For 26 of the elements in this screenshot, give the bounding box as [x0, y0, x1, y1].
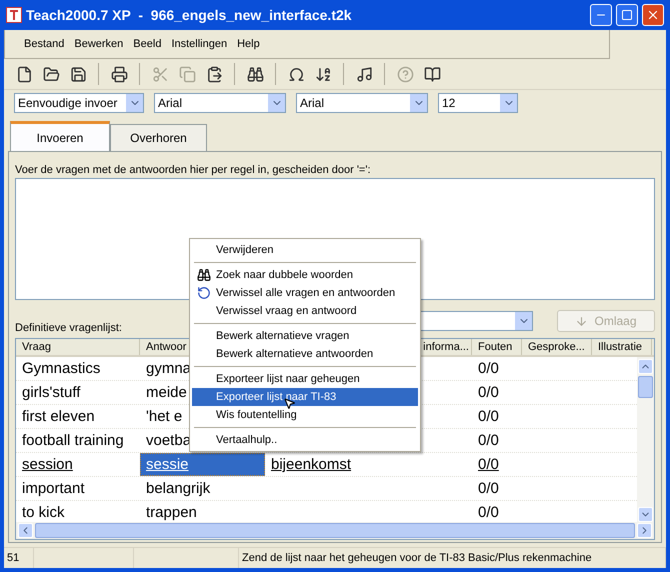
table-cell: 0/0 [478, 504, 499, 521]
table-cell: 0/0 [478, 432, 499, 449]
status-text: 51 [4, 548, 34, 568]
table-cell: belangrijk [146, 480, 210, 497]
list-label: Definitieve vragenlijst: [15, 322, 122, 334]
table-cell: important [22, 480, 85, 497]
table-cell: girls'stuff [22, 384, 80, 401]
table-cell: gymna [146, 360, 192, 377]
table-cell: 0/0 [478, 384, 499, 401]
table-cell: Gymnastics [22, 360, 100, 377]
table-cell: 0/0 [478, 408, 499, 425]
table-cell: football training [22, 432, 124, 449]
table-cell-text: bijeenkomst [270, 455, 352, 475]
table-cell: to kick [22, 504, 65, 521]
table-cell: trappen [146, 504, 197, 521]
input-label: Voer de vragen met de antwoorden hier per regel in, gescheiden door '=': [15, 164, 372, 176]
table-cell: 'het e [146, 408, 182, 425]
table-cell-text: session [21, 455, 74, 475]
table-cell: first eleven [22, 408, 95, 425]
table-cell: 0/0 [478, 480, 499, 497]
status-text: Zend de lijst naar het geheugen voor de TI-83 Basic/Plus rekenmachine [239, 548, 666, 568]
table-cell: 0/0 [478, 360, 499, 377]
window-title: Teach2000.7 XP - 966_engels_new_interface.t2k [26, 7, 353, 23]
table-cell-text: 0/0 [477, 455, 500, 475]
table-cell: meide [146, 384, 187, 401]
table-cell: sessie [140, 453, 265, 476]
